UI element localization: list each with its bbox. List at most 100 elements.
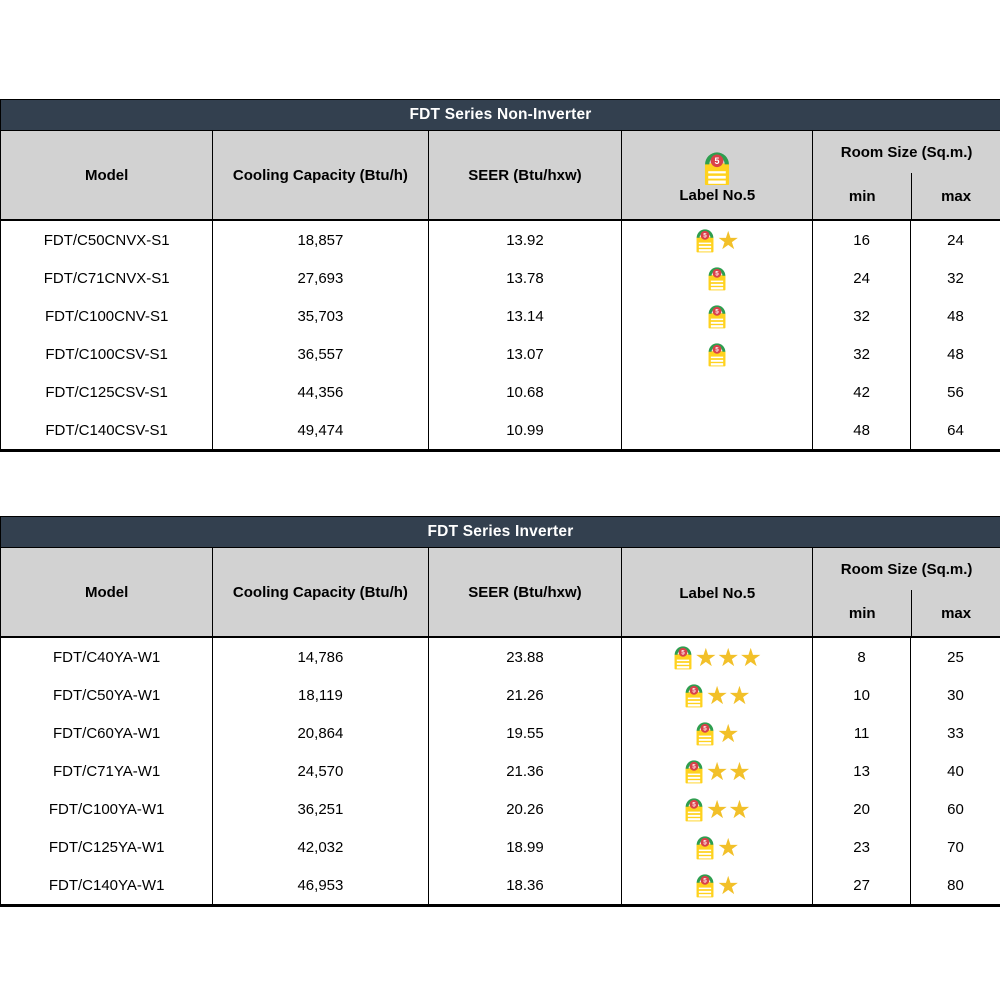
header-room-size: Room Size (Sq.m.) [813,548,1000,590]
energy-label-no5-icon: 5 [695,872,715,898]
cooling-capacity-cell: 44,356 [213,373,428,411]
star-icons: ★ [717,228,739,253]
table-row: FDT/C50YA-W1 18,119 21.26 5 ★★ 10 30 [1,676,1000,714]
table-header-row: Model Cooling Capacity (Btu/h) SEER (Btu… [1,131,1000,221]
model-cell: FDT/C100CSV-S1 [1,335,213,373]
energy-label-no5-icon: 5 [684,758,704,784]
room-max-cell: 48 [911,297,1000,335]
room-min-cell: 20 [813,790,911,828]
label-no5-cell: 5 [622,259,813,297]
header-room-min: min [813,173,911,219]
label-no5-cell: 5 ★★★ [622,638,813,676]
energy-label-no5-icon: 5 [707,341,727,367]
seer-cell: 13.78 [429,259,623,297]
header-room-size-group: Room Size (Sq.m.) min max [813,548,1000,636]
room-min-cell: 13 [813,752,911,790]
room-max-cell: 70 [911,828,1000,866]
svg-text:5: 5 [716,270,720,277]
model-cell: FDT/C60YA-W1 [1,714,213,752]
energy-label-no5-icon: 5 [707,303,727,329]
table-row: FDT/C60YA-W1 20,864 19.55 5 ★ 11 33 [1,714,1000,752]
star-icons: ★★ [706,683,751,708]
header-room-subrow: min max [813,590,1000,636]
room-min-cell: 24 [813,259,911,297]
table-row: FDT/C50CNVX-S1 18,857 13.92 5 ★ 16 24 [1,221,1000,259]
table-row: FDT/C140CSV-S1 49,474 10.99 48 64 [1,411,1000,449]
header-label-no5: 5 Label No.5 [622,131,813,219]
table-row: FDT/C40YA-W1 14,786 23.88 5 ★★★ 8 25 [1,638,1000,676]
model-cell: FDT/C140YA-W1 [1,866,213,904]
table-row: FDT/C140YA-W1 46,953 18.36 5 ★ 27 80 [1,866,1000,904]
seer-cell: 18.36 [429,866,623,904]
seer-cell: 21.36 [429,752,623,790]
label-no5-cell: 5 ★ [622,221,813,259]
room-min-cell: 27 [813,866,911,904]
room-max-cell: 25 [911,638,1000,676]
room-max-cell: 80 [911,866,1000,904]
header-model: Model [1,548,213,636]
header-seer: SEER (Btu/hxw) [429,131,623,219]
cooling-capacity-cell: 24,570 [213,752,428,790]
non-inverter-table: FDT Series Non-Inverter Model Cooling Ca… [0,99,1000,452]
room-max-cell: 32 [911,259,1000,297]
cooling-capacity-cell: 18,119 [213,676,428,714]
model-cell: FDT/C71YA-W1 [1,752,213,790]
room-min-cell: 8 [813,638,911,676]
svg-text:5: 5 [716,346,720,353]
energy-label-no5-icon: 5 [695,720,715,746]
room-max-cell: 60 [911,790,1000,828]
table-body: FDT/C50CNVX-S1 18,857 13.92 5 ★ 16 24 FD… [1,221,1000,449]
svg-text:5: 5 [692,687,696,694]
seer-cell: 10.99 [429,411,623,449]
table-row: FDT/C71CNVX-S1 27,693 13.78 5 24 32 [1,259,1000,297]
label-no5-cell: 5 [622,335,813,373]
table-title: FDT Series Non-Inverter [1,100,1000,131]
cooling-capacity-cell: 49,474 [213,411,428,449]
energy-label-no5-icon: 5 [684,682,704,708]
seer-cell: 23.88 [429,638,623,676]
seer-cell: 21.26 [429,676,623,714]
table-row: FDT/C71YA-W1 24,570 21.36 5 ★★ 13 40 [1,752,1000,790]
svg-text:5: 5 [681,649,685,656]
label-no5-cell: 5 ★ [622,866,813,904]
star-icons: ★ [717,721,739,746]
cooling-capacity-cell: 42,032 [213,828,428,866]
svg-text:5: 5 [703,877,707,884]
header-label-no5-text: Label No.5 [679,585,755,602]
room-min-cell: 32 [813,335,911,373]
cooling-capacity-cell: 46,953 [213,866,428,904]
room-min-cell: 11 [813,714,911,752]
cooling-capacity-cell: 36,251 [213,790,428,828]
energy-label-no5-icon: 5 [695,834,715,860]
star-icons: ★ [717,873,739,898]
room-min-cell: 23 [813,828,911,866]
header-room-min: min [813,590,911,636]
cooling-capacity-cell: 36,557 [213,335,428,373]
energy-label-no5-icon: 5 [703,149,731,186]
header-room-size-group: Room Size (Sq.m.) min max [813,131,1000,219]
header-room-subrow: min max [813,173,1000,219]
model-cell: FDT/C40YA-W1 [1,638,213,676]
table-row: FDT/C125CSV-S1 44,356 10.68 42 56 [1,373,1000,411]
room-max-cell: 40 [911,752,1000,790]
header-cooling: Cooling Capacity (Btu/h) [213,131,428,219]
svg-text:5: 5 [715,155,720,165]
model-cell: FDT/C100YA-W1 [1,790,213,828]
room-max-cell: 24 [911,221,1000,259]
energy-label-no5-icon: 5 [707,265,727,291]
star-icons: ★ [717,835,739,860]
label-no5-cell: 5 ★★ [622,676,813,714]
energy-label-no5-icon: 5 [673,644,693,670]
room-min-cell: 42 [813,373,911,411]
room-min-cell: 16 [813,221,911,259]
room-min-cell: 48 [813,411,911,449]
label-no5-cell [622,411,813,449]
header-label-no5-text: Label No.5 [679,187,755,204]
room-max-cell: 30 [911,676,1000,714]
header-label-no5: Label No.5 [622,548,813,636]
seer-cell: 13.92 [429,221,623,259]
label-no5-cell: 5 ★★ [622,790,813,828]
table-row: FDT/C100CSV-S1 36,557 13.07 5 32 48 [1,335,1000,373]
seer-cell: 13.07 [429,335,623,373]
table-body: FDT/C40YA-W1 14,786 23.88 5 ★★★ 8 25 FDT… [1,638,1000,904]
